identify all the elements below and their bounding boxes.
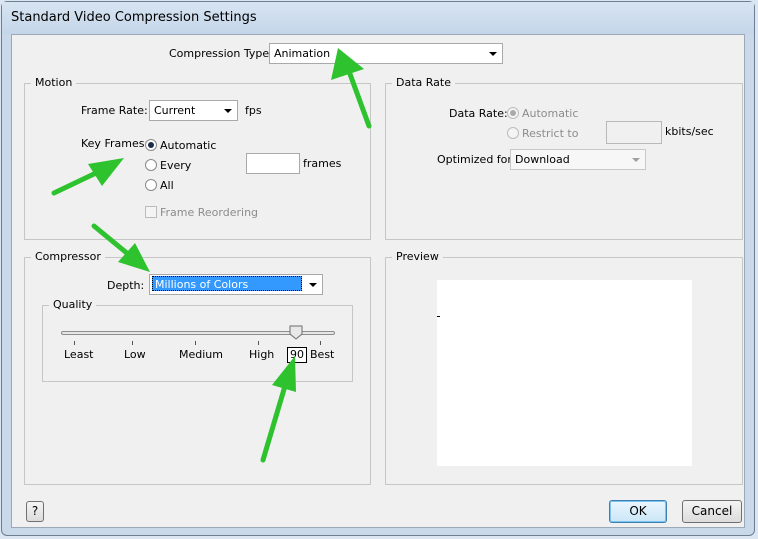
- optimized-for-value: Download: [515, 153, 570, 166]
- optimized-for-label: Optimized for:: [437, 153, 516, 166]
- preview-area: [437, 280, 692, 466]
- data-rate-automatic-radio[interactable]: [507, 107, 519, 119]
- depth-value: Millions of Colors: [152, 276, 302, 291]
- quality-tick: [74, 341, 75, 345]
- quality-tick: [258, 341, 259, 345]
- key-frames-automatic-radio[interactable]: [145, 139, 157, 151]
- quality-group-title: Quality: [49, 298, 97, 312]
- kbits-label: kbits/sec: [665, 125, 714, 138]
- key-frames-all-radio[interactable]: [145, 179, 157, 191]
- quality-tick-least: Least: [64, 348, 94, 361]
- compressor-group-title: Compressor: [31, 250, 105, 264]
- key-frames-automatic-label: Automatic: [160, 139, 217, 152]
- quality-tick-low: Low: [124, 348, 146, 361]
- data-rate-restrict-label: Restrict to: [522, 127, 579, 140]
- quality-tick-best: Best: [310, 348, 335, 361]
- frame-rate-label: Frame Rate:: [81, 104, 148, 117]
- quality-group: Quality Least Low Medium High 90 Best: [42, 298, 353, 382]
- dialog-body: Compression Type: Animation Motion Frame…: [11, 34, 745, 528]
- compression-type-dropdown[interactable]: Animation: [269, 43, 503, 64]
- motion-group: Motion Frame Rate: Current fps Key Frame…: [24, 76, 371, 240]
- key-frames-every-radio[interactable]: [145, 159, 157, 171]
- key-frames-every-label: Every: [160, 159, 192, 172]
- dialog-window: Standard Video Compression Settings Comp…: [1, 1, 755, 536]
- frame-reordering-checkbox[interactable]: [145, 206, 157, 218]
- quality-value: 90: [287, 347, 307, 363]
- optimized-for-dropdown[interactable]: Download: [510, 149, 646, 170]
- window-title: Standard Video Compression Settings: [11, 10, 257, 25]
- data-rate-restrict-radio[interactable]: [507, 127, 519, 139]
- fps-label: fps: [245, 104, 262, 117]
- preview-cursor-mark: [437, 316, 440, 317]
- data-rate-group-title: Data Rate: [392, 76, 455, 90]
- quality-tick-medium: Medium: [179, 348, 223, 361]
- chevron-down-icon: [221, 101, 235, 120]
- key-frames-all-label: All: [160, 179, 174, 192]
- frames-label: frames: [303, 157, 342, 170]
- depth-dropdown[interactable]: Millions of Colors: [149, 274, 323, 295]
- compression-type-label: Compression Type:: [169, 47, 273, 60]
- compressor-group: Compressor Depth: Millions of Colors Qua…: [24, 250, 371, 485]
- preview-group: Preview: [385, 250, 743, 485]
- chevron-down-icon: [306, 275, 320, 294]
- help-button[interactable]: ?: [26, 501, 44, 522]
- depth-label: Depth:: [107, 279, 145, 292]
- compression-type-value: Animation: [274, 47, 331, 60]
- frame-rate-value: Current: [154, 104, 196, 117]
- data-rate-group: Data Rate Data Rate: Automatic Restrict …: [385, 76, 743, 240]
- chevron-down-icon: [486, 44, 500, 63]
- data-rate-label: Data Rate:: [449, 107, 508, 120]
- key-frames-every-input[interactable]: [246, 153, 300, 174]
- frame-rate-dropdown[interactable]: Current: [149, 100, 238, 121]
- frame-reordering-label: Frame Reordering: [160, 206, 259, 219]
- motion-group-title: Motion: [31, 76, 77, 90]
- quality-slider-thumb[interactable]: [289, 325, 305, 341]
- chevron-down-icon: [629, 150, 643, 169]
- quality-tick: [195, 341, 196, 345]
- cancel-button[interactable]: Cancel: [682, 500, 742, 523]
- key-frames-label: Key Frames:: [81, 137, 149, 150]
- data-rate-automatic-label: Automatic: [522, 107, 579, 120]
- data-rate-kbits-input[interactable]: [606, 121, 662, 144]
- title-bar[interactable]: Standard Video Compression Settings: [2, 2, 754, 34]
- quality-tick-high: High: [249, 348, 275, 361]
- ok-button[interactable]: OK: [609, 500, 667, 523]
- quality-tick: [132, 341, 133, 345]
- quality-tick: [320, 341, 321, 345]
- preview-group-title: Preview: [392, 250, 443, 264]
